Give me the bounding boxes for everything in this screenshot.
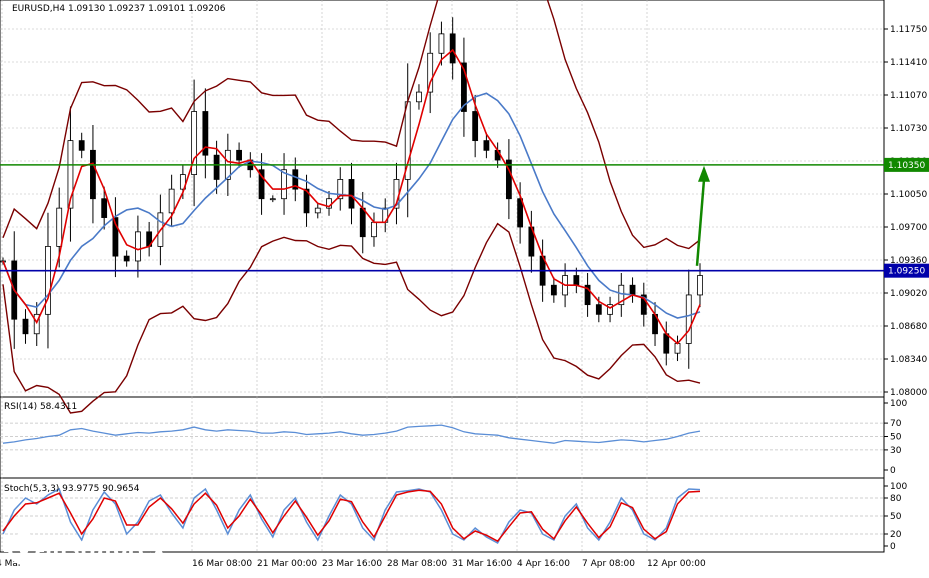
- candle-body: [483, 140, 490, 151]
- candle-body: [371, 221, 377, 238]
- candle-body: [573, 275, 580, 286]
- stoch-tick-label: 0: [890, 542, 896, 552]
- x-tick-label: 21 Mar 00:00: [257, 559, 317, 569]
- x-tick-label: 28 Mar 08:00: [387, 559, 447, 569]
- logo-brand: instaforex: [45, 537, 166, 561]
- candle-body: [416, 91, 422, 103]
- candle-body: [595, 304, 602, 315]
- candle-body: [168, 188, 175, 214]
- symbol-header: EURUSD,H4 1.09130 1.09237 1.09101 1.0920…: [12, 4, 226, 14]
- stoch-tick-label: 50: [890, 512, 902, 522]
- candle-body: [56, 207, 63, 247]
- candle-body: [438, 33, 445, 54]
- stoch-tick-label: 100: [890, 482, 907, 492]
- candle-body: [213, 154, 220, 180]
- x-tick-label: 31 Mar 16:00: [452, 559, 512, 569]
- candle-body: [269, 198, 276, 201]
- candle-body: [236, 149, 242, 161]
- chart-canvas: 1.117501.114101.110701.107301.103901.100…: [0, 0, 929, 572]
- x-tick-label: 4 Apr 16:00: [517, 559, 570, 569]
- candle-body: [22, 318, 29, 335]
- x-tick-label: 7 Apr 08:00: [582, 559, 635, 569]
- x-tick-label: 12 Apr 00:00: [647, 559, 706, 569]
- candle-body: [348, 179, 355, 209]
- candle-body: [517, 198, 524, 228]
- y-tick-label: 1.09020: [890, 289, 927, 299]
- y-tick-label: 1.11750: [890, 25, 927, 35]
- price-tag-label: 1.09250: [888, 267, 925, 277]
- candle-body: [45, 246, 51, 315]
- candle-body: [629, 284, 636, 296]
- y-tick-label: 1.11410: [890, 58, 927, 68]
- rsi-panel: [0, 396, 885, 479]
- candle-body: [314, 207, 321, 214]
- y-tick-label: 1.11070: [890, 91, 927, 101]
- stoch-header: Stoch(5,3,3) 93.9775 90.9654: [4, 484, 140, 494]
- candle-body: [449, 33, 456, 64]
- candle-body: [78, 140, 85, 151]
- candle-body: [90, 149, 96, 200]
- y-tick-label: 1.08680: [890, 322, 927, 332]
- stoch-tick-label: 20: [890, 530, 902, 540]
- candle-body: [685, 294, 692, 344]
- candle-body: [101, 198, 108, 218]
- candle-body: [472, 111, 479, 142]
- y-tick-label: 1.09700: [890, 223, 927, 233]
- rsi-tick-label: 0: [890, 466, 896, 476]
- x-tick-label: 23 Mar 16:00: [322, 559, 382, 569]
- candle-body: [135, 231, 141, 262]
- y-tick-label: 1.10050: [890, 190, 927, 200]
- rsi-tick-label: 30: [890, 446, 902, 456]
- candle-body: [123, 255, 130, 262]
- y-tick-label: 1.08000: [890, 388, 927, 398]
- logo-tagline: Instant Forex Trading: [46, 561, 151, 572]
- candle-body: [663, 333, 670, 354]
- candle-body: [359, 207, 366, 238]
- candle-body: [674, 343, 681, 354]
- y-tick-label: 1.08340: [890, 355, 927, 365]
- price-tag-label: 1.10350: [888, 161, 925, 171]
- rsi-tick-label: 100: [890, 399, 907, 409]
- candle-body: [697, 275, 703, 296]
- x-tick-label: 16 Mar 08:00: [192, 559, 252, 569]
- trading-chart: 1.117501.114101.110701.107301.103901.100…: [0, 0, 929, 574]
- stoch-tick-label: 80: [890, 494, 902, 504]
- rsi-tick-label: 70: [890, 419, 902, 429]
- rsi-tick-label: 50: [890, 433, 902, 443]
- candle-body: [550, 284, 557, 296]
- rsi-header: RSI(14) 58.4311: [4, 402, 77, 412]
- y-tick-label: 1.10730: [890, 124, 927, 134]
